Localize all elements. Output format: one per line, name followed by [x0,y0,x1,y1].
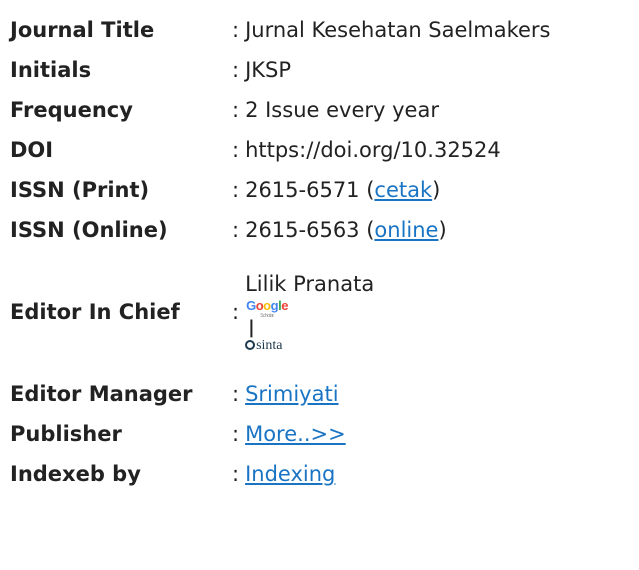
cetak-link[interactable]: cetak [374,178,432,202]
journal-info-table: Journal Title : Jurnal Kesehatan Saelmak… [10,10,551,494]
doi-value: https://doi.org/10.32524 [245,138,501,162]
editor-manager-label: Editor Manager [10,382,193,406]
separator: : [232,218,240,242]
issn-print-label: ISSN (Print) [10,178,150,202]
separator: : [232,462,240,486]
publisher-label: Publisher [10,422,122,446]
separator: : [232,300,240,324]
journal-title-label: Journal Title [10,18,155,42]
logo-divider: | [248,316,255,338]
separator: : [232,18,240,42]
sinta-logo-text: sinta [256,337,283,353]
editor-manager-value: Srimiyati [245,374,550,414]
paren-close: ) [438,218,447,242]
issn-online-value: 2615-6563 (online) [245,210,550,250]
frequency-label: Frequency [10,98,133,122]
google-scholar-sub: Scholar [260,312,274,319]
srimiyati-link[interactable]: Srimiyati [245,382,338,406]
row-issn-online: ISSN (Online) : 2615-6563 (online) [10,210,551,250]
sinta-icon[interactable]: sinta [245,337,550,355]
separator: : [232,178,240,202]
separator: : [232,58,240,82]
row-doi: DOI : https://doi.org/10.32524 [10,130,551,170]
row-issn-print: ISSN (Print) : 2615-6571 (cetak) [10,170,551,210]
doi-label: DOI [10,138,54,162]
initials-label: Initials [10,58,92,82]
row-publisher: Publisher : More..>> [10,414,551,454]
google-scholar-icon[interactable]: Google Scholar [246,298,550,319]
indexed-by-label: Indexeb by [10,462,141,486]
publisher-value: More..>> [245,414,550,454]
issn-print-number: 2615-6571 [245,178,360,202]
row-initials: Initials : JKSP [10,50,551,90]
sinta-mark-icon [245,339,256,350]
issn-online-label: ISSN (Online) [10,218,168,242]
issn-online-number: 2615-6563 [245,218,360,242]
separator: : [232,98,240,122]
row-editor-in-chief: Editor In Chief : Lilik Pranata Google S… [10,250,551,374]
paren-open: ( [359,218,375,242]
more-link[interactable]: More..>> [245,422,346,446]
row-journal-title: Journal Title : Jurnal Kesehatan Saelmak… [10,10,551,50]
separator: : [232,138,240,162]
separator: : [232,382,240,406]
indexing-link[interactable]: Indexing [245,462,335,486]
row-frequency: Frequency : 2 Issue every year [10,90,551,130]
issn-print-value: 2615-6571 (cetak) [245,170,550,210]
editor-in-chief-label: Editor In Chief [10,300,180,324]
frequency-value: 2 Issue every year [245,98,439,122]
editor-in-chief-name: Lilik Pranata [245,271,375,296]
online-link[interactable]: online [374,218,438,242]
editor-in-chief-value: Lilik Pranata Google Scholar | sinta [245,250,550,374]
initials-value: JKSP [245,58,292,82]
paren-close: ) [432,178,441,202]
separator: : [232,422,240,446]
row-indexed-by: Indexeb by : Indexing [10,454,551,494]
row-editor-manager: Editor Manager : Srimiyati [10,374,551,414]
paren-open: ( [359,178,375,202]
journal-title-value: Jurnal Kesehatan Saelmakers [245,18,551,42]
indexed-by-value: Indexing [245,454,550,494]
